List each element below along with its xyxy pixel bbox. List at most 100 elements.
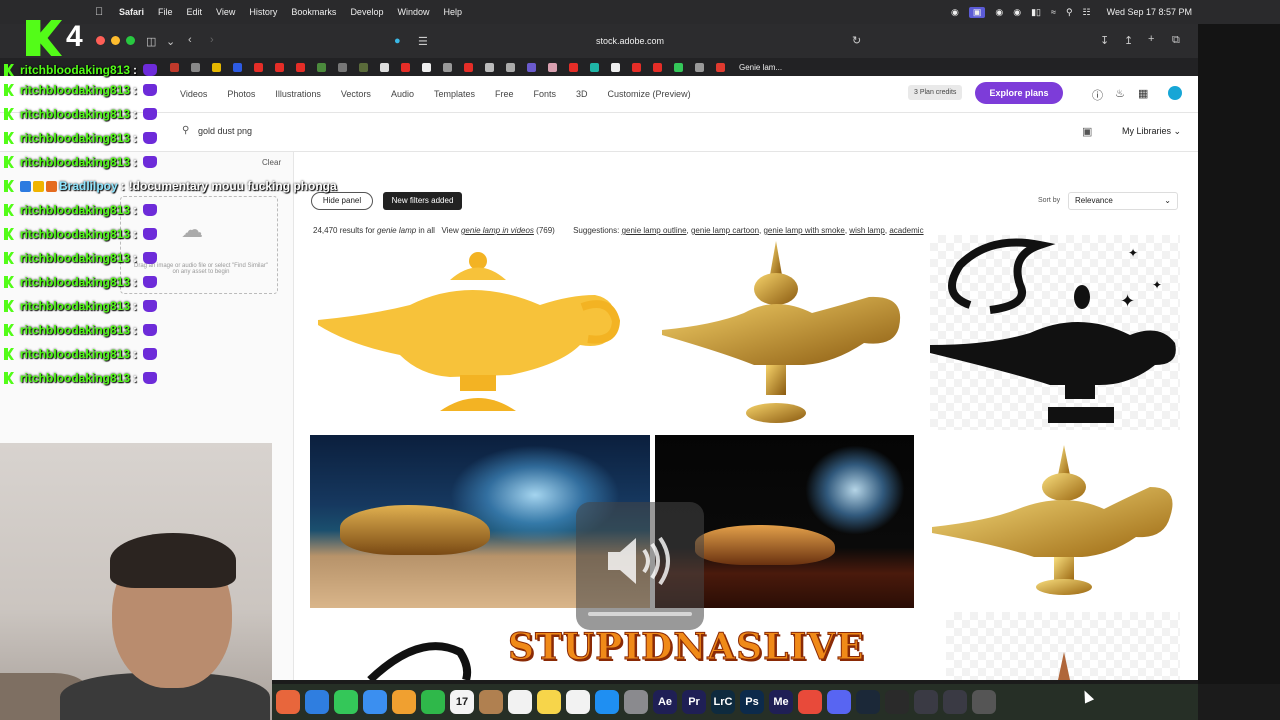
result-thumbnail-silhouette-lamp[interactable]: ✦ ✦ ✦: [930, 235, 1180, 430]
menu-develop[interactable]: Develop: [350, 7, 383, 17]
new-tab-icon[interactable]: +: [1148, 33, 1154, 45]
close-window-button[interactable]: [96, 36, 105, 45]
mail-icon[interactable]: [363, 690, 387, 714]
share-icon[interactable]: ↥: [1124, 34, 1133, 47]
menu-view[interactable]: View: [216, 7, 235, 17]
youtube-tab-icon[interactable]: [464, 62, 473, 72]
reload-icon[interactable]: ↻: [852, 34, 861, 47]
menu-app-name[interactable]: Safari: [119, 7, 144, 17]
facetime-icon[interactable]: [421, 690, 445, 714]
result-thumbnail-gold-lamp-white[interactable]: [918, 435, 1180, 608]
address-bar[interactable]: stock.adobe.com: [390, 31, 870, 51]
chrome-icon[interactable]: [798, 690, 822, 714]
premiere-icon[interactable]: Pr: [682, 690, 706, 714]
control-center-icon[interactable]: ☷: [1083, 7, 1091, 18]
screen-record-icon[interactable]: ▣: [968, 6, 986, 18]
nav-illustrations[interactable]: Illustrations: [275, 89, 321, 99]
zoom-window-button[interactable]: [126, 36, 135, 45]
photoshop-icon[interactable]: Ps: [740, 690, 764, 714]
calendar-icon[interactable]: 17: [450, 690, 474, 714]
pinned-tab-5-icon[interactable]: [317, 62, 326, 72]
menubar-clock[interactable]: Wed Sep 17 8:57 PM: [1107, 7, 1192, 17]
spotlight-icon[interactable]: ⚲: [1066, 7, 1073, 18]
nav-audio[interactable]: Audio: [391, 89, 414, 99]
pinned-tab-15-icon[interactable]: [611, 62, 620, 72]
youtube-tab-icon[interactable]: [296, 62, 305, 72]
active-tab-label[interactable]: Genie lam...: [739, 63, 782, 72]
freeform-icon[interactable]: [566, 690, 590, 714]
nav-3d[interactable]: 3D: [576, 89, 588, 99]
settings-icon[interactable]: [624, 690, 648, 714]
pinned-tab-12-icon[interactable]: [527, 62, 536, 72]
result-thumbnail-cartoon-lamp[interactable]: [310, 235, 628, 430]
menu-file[interactable]: File: [158, 7, 173, 17]
help-icon[interactable]: ⓘ: [1092, 87, 1103, 103]
media-encoder-icon[interactable]: Me: [769, 690, 793, 714]
google-tab-icon[interactable]: [422, 62, 431, 72]
result-thumbnail-gold-lamp[interactable]: [634, 235, 926, 430]
youtube-tab-icon[interactable]: [653, 62, 662, 72]
nav-vectors[interactable]: Vectors: [341, 89, 371, 99]
messages-icon[interactable]: [334, 690, 358, 714]
wifi-icon[interactable]: ≈: [1051, 7, 1056, 17]
nav-free[interactable]: Free: [495, 89, 514, 99]
reminders-icon[interactable]: [508, 690, 532, 714]
pinned-tab-14-icon[interactable]: [590, 62, 599, 72]
pinned-tab-6-icon[interactable]: [338, 62, 347, 72]
apps-grid-icon[interactable]: ▦: [1138, 87, 1148, 100]
discord-icon[interactable]: [827, 690, 851, 714]
status-app-icon-2[interactable]: ◉: [995, 7, 1003, 18]
pinned-tab-9-icon[interactable]: [443, 62, 452, 72]
nav-customize[interactable]: Customize (Preview): [608, 89, 691, 99]
pinned-tab-8-icon[interactable]: [380, 62, 389, 72]
trash-icon[interactable]: [972, 690, 996, 714]
sort-select[interactable]: Relevance ⌄: [1068, 192, 1178, 210]
pinned-tab-11-icon[interactable]: [506, 62, 515, 72]
apple-icon[interactable]: : [95, 6, 105, 18]
pinned-tab-13-icon[interactable]: [548, 62, 557, 72]
notes-icon[interactable]: [537, 690, 561, 714]
suggestion-link[interactable]: genie lamp cartoon: [691, 226, 759, 235]
menu-window[interactable]: Window: [397, 7, 429, 17]
safari-icon[interactable]: [305, 690, 329, 714]
chevron-down-icon[interactable]: ⌄: [166, 35, 175, 48]
my-libraries-dropdown[interactable]: My Libraries ⌄: [1122, 126, 1181, 137]
forward-arrow-icon[interactable]: ›: [210, 34, 214, 46]
status-app-icon[interactable]: ◉: [951, 7, 959, 18]
pinned-tab-7-icon[interactable]: [359, 62, 368, 72]
launchpad-icon[interactable]: [276, 690, 300, 714]
menu-history[interactable]: History: [249, 7, 277, 17]
pinned-tab-16-icon[interactable]: [674, 62, 683, 72]
youtube-tab-icon[interactable]: [569, 62, 578, 72]
visual-search-icon[interactable]: ▣: [1082, 125, 1092, 138]
bell-icon[interactable]: ♨: [1115, 87, 1125, 100]
suggestion-link[interactable]: genie lamp outline: [622, 226, 687, 235]
steam-icon[interactable]: [856, 690, 880, 714]
avatar[interactable]: [1168, 86, 1182, 100]
downloads-icon[interactable]: ↧: [1100, 34, 1109, 47]
result-thumbnail-partial-2[interactable]: [946, 612, 1180, 680]
suggestion-link[interactable]: academic: [889, 226, 923, 235]
nav-fonts[interactable]: Fonts: [534, 89, 557, 99]
battery-icon[interactable]: ▮▯: [1031, 7, 1041, 18]
lightroom-classic-icon[interactable]: LrC: [711, 690, 735, 714]
back-arrow-icon[interactable]: ‹: [188, 34, 192, 46]
photos-icon[interactable]: [392, 690, 416, 714]
nav-templates[interactable]: Templates: [434, 89, 475, 99]
downloads-icon[interactable]: [914, 690, 938, 714]
menu-help[interactable]: Help: [443, 7, 462, 17]
adobe-tab-icon[interactable]: [716, 62, 725, 72]
status-app-icon-3[interactable]: ◉: [1013, 7, 1021, 18]
explore-plans-button[interactable]: Explore plans: [975, 82, 1063, 104]
menu-edit[interactable]: Edit: [187, 7, 203, 17]
grid-icon[interactable]: [943, 690, 967, 714]
finder-folder-icon[interactable]: [479, 690, 503, 714]
suggestion-link[interactable]: genie lamp with smoke: [763, 226, 844, 235]
plan-credits-badge[interactable]: 3 Plan credits: [908, 85, 963, 100]
suggestion-link[interactable]: wish lamp: [849, 226, 885, 235]
youtube-tab-icon[interactable]: [632, 62, 641, 72]
menu-bookmarks[interactable]: Bookmarks: [291, 7, 336, 17]
pinned-tab-17-icon[interactable]: [695, 62, 704, 72]
view-videos-link[interactable]: genie lamp in videos: [461, 226, 534, 235]
app-store-icon[interactable]: [595, 690, 619, 714]
